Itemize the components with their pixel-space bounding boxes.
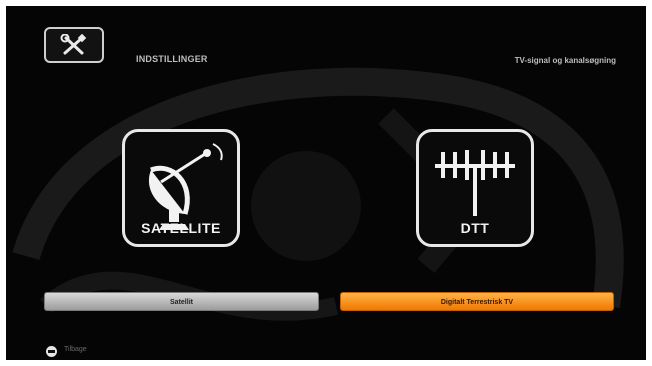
ghost-title — [12, 6, 372, 14]
page-title: INDSTILLINGER — [136, 54, 208, 64]
satellite-tile-label: SATELLITE — [141, 220, 221, 236]
dtt-tile[interactable]: DTT — [416, 129, 534, 247]
page-subtitle: TV-signal og kanalsøgning — [514, 56, 616, 65]
back-icon — [46, 346, 57, 357]
back-label: Tilbage — [64, 346, 87, 353]
satellite-option-button[interactable]: Satellit — [44, 292, 319, 311]
settings-screen: INDSTILLINGER TV-signal og kanalsøgning … — [6, 6, 646, 360]
dtt-option-button[interactable]: Digitalt Terrestrisk TV — [340, 292, 614, 311]
satellite-tile[interactable]: SATELLITE — [122, 129, 240, 247]
settings-tools-icon — [44, 27, 104, 63]
dtt-tile-label: DTT — [460, 220, 490, 236]
